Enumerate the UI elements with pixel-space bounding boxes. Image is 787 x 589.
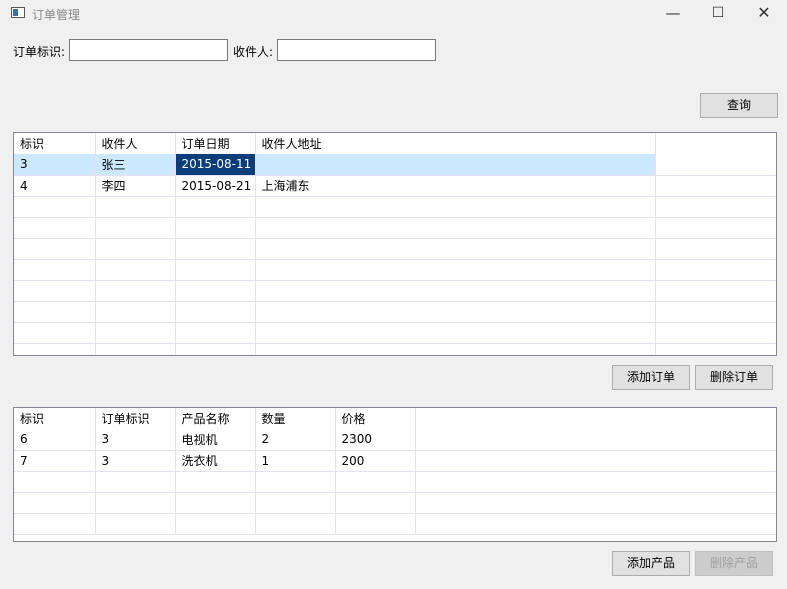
cell[interactable]: 2015-08-21 xyxy=(175,175,256,197)
cell[interactable]: 上海浦东 xyxy=(255,175,656,197)
cell[interactable]: 200 xyxy=(335,450,416,472)
cell[interactable]: 3 xyxy=(14,154,96,176)
column-header-quantity[interactable]: 数量 xyxy=(255,408,336,429)
cell[interactable] xyxy=(255,154,656,176)
cell[interactable]: 李四 xyxy=(95,175,176,197)
empty-row xyxy=(14,259,776,281)
add-order-button[interactable]: 添加订单 xyxy=(612,365,690,390)
window-title: 订单管理 xyxy=(32,8,81,22)
cell[interactable]: 1 xyxy=(255,450,336,472)
column-header-product-name[interactable]: 产品名称 xyxy=(175,408,256,429)
column-header-id[interactable]: 标识 xyxy=(14,133,96,154)
column-header-price[interactable]: 价格 xyxy=(335,408,416,429)
column-header-address[interactable]: 收件人地址 xyxy=(255,133,656,154)
empty-row xyxy=(14,322,776,344)
minimize-button[interactable]: — xyxy=(650,0,696,28)
products-grid[interactable]: 标识 订单标识 产品名称 数量 价格 6 3 电视机 2 2300 7 3 洗衣… xyxy=(13,407,777,542)
empty-row xyxy=(14,471,776,493)
focused-cell[interactable]: 2015-08-11 xyxy=(175,154,256,176)
close-button[interactable]: ✕ xyxy=(741,0,787,28)
column-header-order-id[interactable]: 订单标识 xyxy=(95,408,176,429)
add-product-button[interactable]: 添加产品 xyxy=(612,551,690,576)
maximize-button[interactable]: ☐ xyxy=(695,0,741,28)
empty-row xyxy=(14,343,776,355)
delete-order-button[interactable]: 删除订单 xyxy=(695,365,773,390)
cell[interactable]: 张三 xyxy=(95,154,176,176)
table-row[interactable]: 6 3 电视机 2 2300 xyxy=(14,429,776,451)
recipient-label: 收件人: xyxy=(233,45,274,59)
order-id-input[interactable] xyxy=(69,39,228,61)
column-header-order-date[interactable]: 订单日期 xyxy=(175,133,256,154)
empty-row xyxy=(14,217,776,239)
app-icon xyxy=(11,7,25,18)
cell[interactable]: 洗衣机 xyxy=(175,450,256,472)
cell[interactable]: 3 xyxy=(95,450,176,472)
cell[interactable]: 2300 xyxy=(335,429,416,451)
empty-row xyxy=(14,196,776,218)
empty-row xyxy=(14,492,776,514)
delete-product-button[interactable]: 删除产品 xyxy=(695,551,773,576)
cell[interactable]: 2 xyxy=(255,429,336,451)
query-button[interactable]: 查询 xyxy=(700,93,778,118)
cell[interactable]: 电视机 xyxy=(175,429,256,451)
empty-row xyxy=(14,280,776,302)
orders-header-row: 标识 收件人 订单日期 收件人地址 xyxy=(14,133,776,154)
header-filler xyxy=(415,408,776,429)
title-bar: 订单管理 — ☐ ✕ xyxy=(0,0,787,28)
column-header-recipient[interactable]: 收件人 xyxy=(95,133,176,154)
empty-row xyxy=(14,301,776,323)
cell[interactable]: 6 xyxy=(14,429,96,451)
orders-grid[interactable]: 标识 收件人 订单日期 收件人地址 3 张三 2015-08-11 4 李四 2… xyxy=(13,132,777,356)
cell[interactable]: 4 xyxy=(14,175,96,197)
table-row[interactable]: 4 李四 2015-08-21 上海浦东 xyxy=(14,175,776,197)
recipient-input[interactable] xyxy=(277,39,436,61)
cell[interactable]: 7 xyxy=(14,450,96,472)
header-filler xyxy=(655,133,776,154)
table-row[interactable]: 3 张三 2015-08-11 xyxy=(14,154,776,176)
products-header-row: 标识 订单标识 产品名称 数量 价格 xyxy=(14,408,776,429)
cell[interactable]: 3 xyxy=(95,429,176,451)
column-header-id[interactable]: 标识 xyxy=(14,408,96,429)
table-row[interactable]: 7 3 洗衣机 1 200 xyxy=(14,450,776,472)
empty-row xyxy=(14,238,776,260)
order-id-label: 订单标识: xyxy=(13,45,66,59)
empty-row xyxy=(14,513,776,535)
